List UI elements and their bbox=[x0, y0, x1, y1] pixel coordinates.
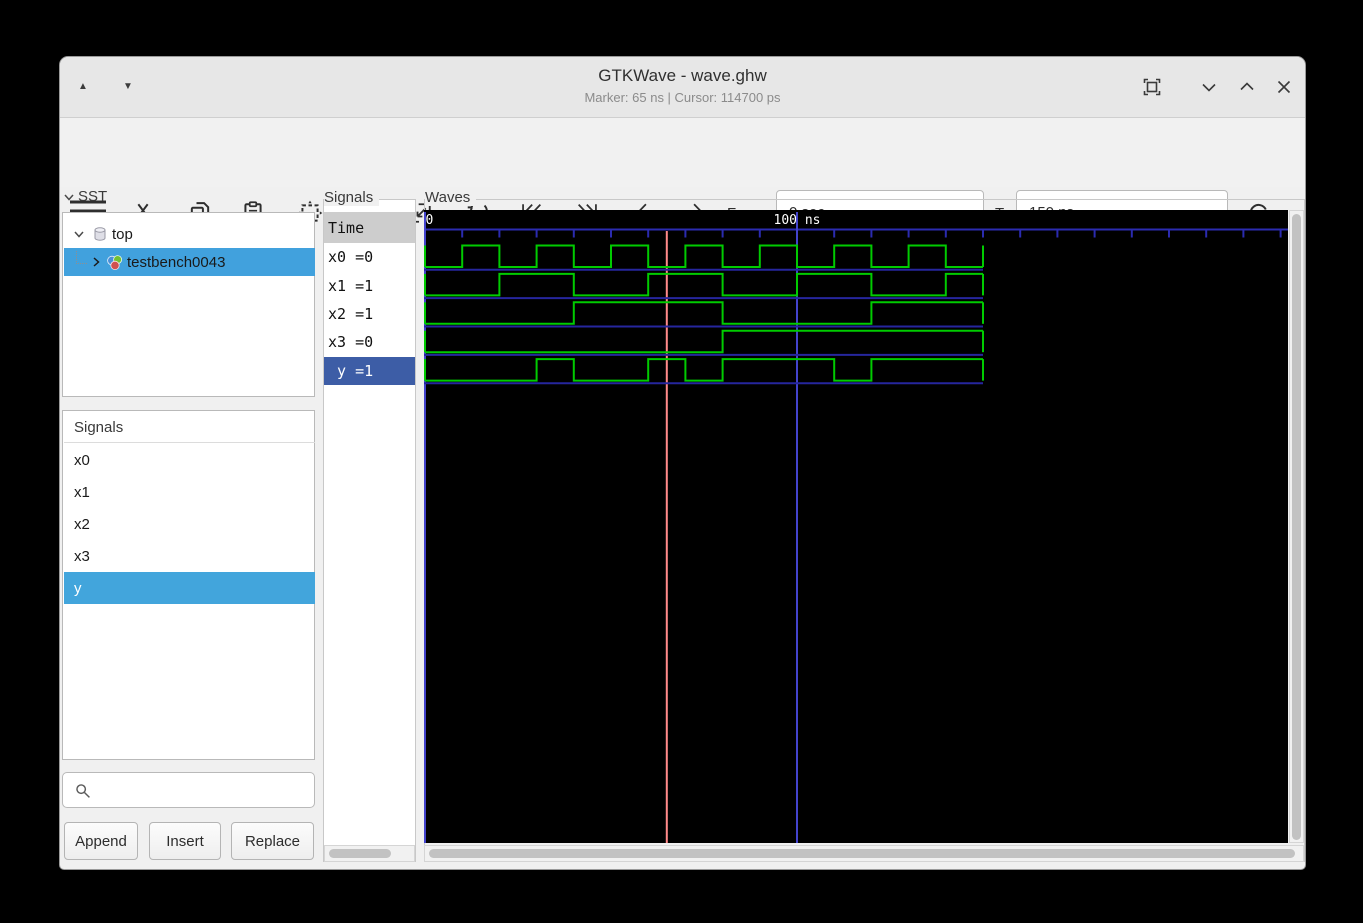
sst-tree: top testbench0043 bbox=[62, 212, 315, 397]
toolbar: From: To: bbox=[60, 118, 1305, 234]
trace-name-row[interactable]: x3 =0 bbox=[324, 328, 415, 357]
list-item-x1[interactable]: x1 bbox=[64, 476, 315, 508]
sst-header[interactable]: SST bbox=[62, 188, 107, 205]
window-title: GTKWave - wave.ghw bbox=[598, 66, 767, 85]
fullscreen-icon bbox=[1143, 78, 1161, 96]
signal-list-header[interactable]: Signals bbox=[64, 412, 315, 443]
list-item-y[interactable]: y bbox=[64, 572, 315, 604]
signals-hscrollbar[interactable] bbox=[324, 845, 415, 862]
replace-button[interactable]: Replace bbox=[231, 822, 314, 860]
keep-above-button[interactable] bbox=[1139, 74, 1165, 100]
tree-item-label: testbench0043 bbox=[127, 253, 226, 271]
trace-name-row[interactable]: y =1 bbox=[324, 356, 415, 385]
screen: ▲ ▼ GTKWave - wave.ghw Marker: 65 ns | C… bbox=[0, 0, 1363, 923]
waves-vscrollbar[interactable] bbox=[1289, 210, 1304, 843]
time-header[interactable]: Time bbox=[324, 212, 415, 243]
tree-item-testbench[interactable]: testbench0043 bbox=[64, 248, 315, 276]
tree-guide bbox=[76, 250, 87, 264]
marker-cursor-status: Marker: 65 ns | Cursor: 114700 ps bbox=[584, 90, 781, 105]
minimize-button[interactable] bbox=[1196, 74, 1222, 100]
svg-text:0: 0 bbox=[426, 213, 434, 228]
list-item-x3[interactable]: x3 bbox=[64, 540, 315, 572]
tree-item-label: top bbox=[112, 225, 133, 243]
waveform-plot: 0 100 ns bbox=[424, 212, 1288, 843]
database-icon bbox=[94, 227, 106, 241]
close-icon bbox=[1277, 80, 1291, 94]
tree-item-top[interactable]: top bbox=[64, 220, 315, 248]
trace-name-row[interactable]: x1 =1 bbox=[324, 271, 415, 300]
waves-vscrollbar-thumb[interactable] bbox=[1292, 214, 1301, 840]
waves-hscrollbar-thumb[interactable] bbox=[429, 849, 1295, 858]
waves-frame-label: Waves bbox=[425, 189, 477, 206]
signals-hscrollbar-thumb[interactable] bbox=[329, 849, 391, 858]
close-button[interactable] bbox=[1271, 74, 1297, 100]
maximize-button[interactable] bbox=[1234, 74, 1260, 100]
chevron-up-icon bbox=[1240, 82, 1254, 91]
list-item-x0[interactable]: x0 bbox=[64, 444, 315, 476]
package-icon bbox=[107, 254, 123, 270]
titlebar[interactable]: ▲ ▼ GTKWave - wave.ghw Marker: 65 ns | C… bbox=[60, 57, 1305, 118]
wave-canvas[interactable]: 0 100 ns bbox=[424, 210, 1288, 843]
insert-button[interactable]: Insert bbox=[149, 822, 221, 860]
waves-hscrollbar[interactable] bbox=[424, 845, 1304, 862]
search-input[interactable] bbox=[99, 774, 313, 808]
signal-list: Signals x0 x1 x2 x3 y bbox=[62, 410, 315, 760]
search-box[interactable] bbox=[62, 772, 315, 808]
search-icon bbox=[76, 784, 90, 798]
chevron-down-icon bbox=[1202, 83, 1216, 92]
expander-right-icon[interactable] bbox=[89, 255, 103, 269]
expander-down-icon bbox=[64, 194, 74, 201]
trace-name-row[interactable]: x0 =0 bbox=[324, 243, 415, 272]
expander-down-icon[interactable] bbox=[72, 227, 86, 241]
append-button[interactable]: Append bbox=[64, 822, 138, 860]
list-item-x2[interactable]: x2 bbox=[64, 508, 315, 540]
signals-frame-label: Signals bbox=[324, 189, 380, 206]
trace-name-row[interactable]: x2 =1 bbox=[324, 299, 415, 329]
gtkwave-window: ▲ ▼ GTKWave - wave.ghw Marker: 65 ns | C… bbox=[60, 57, 1305, 869]
